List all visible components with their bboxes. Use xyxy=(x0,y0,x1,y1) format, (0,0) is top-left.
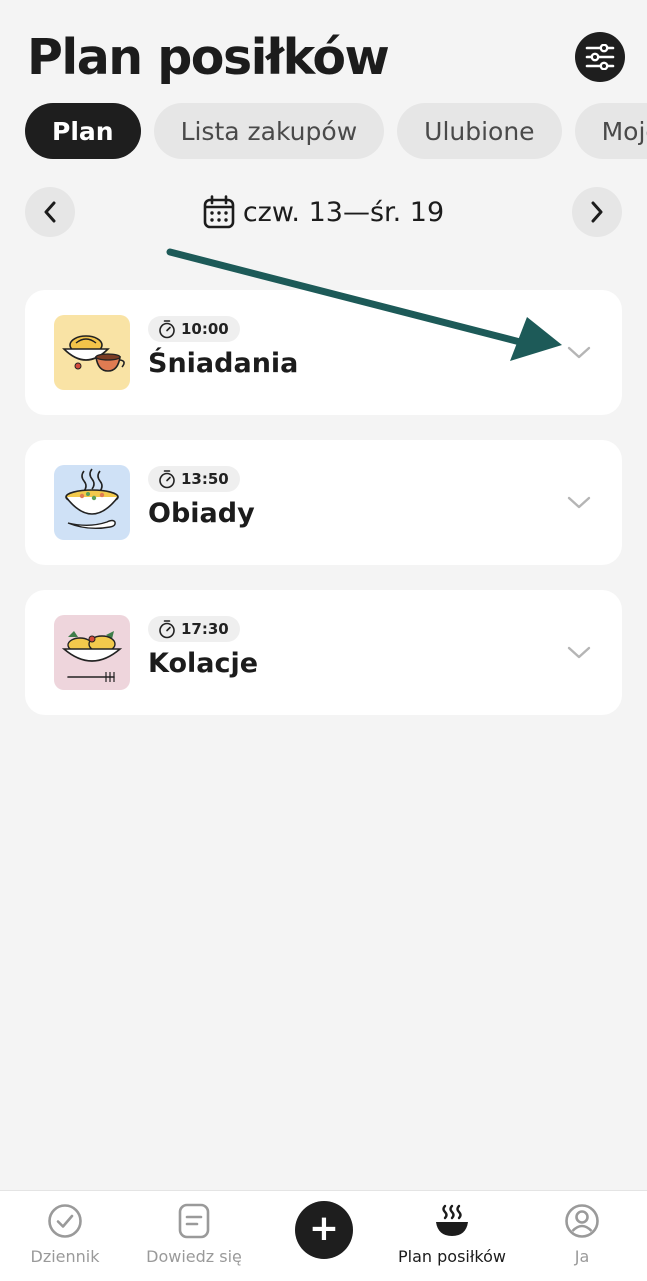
meal-time-label: 10:00 xyxy=(181,320,229,338)
nav-meal-plan-label: Plan posiłków xyxy=(398,1247,506,1266)
stopwatch-icon xyxy=(159,620,175,639)
nav-journal-label: Dziennik xyxy=(30,1247,100,1266)
add-button[interactable]: + xyxy=(295,1201,353,1259)
nav-profile[interactable]: Ja xyxy=(556,1191,608,1281)
tab-shopping-list[interactable]: Lista zakupów xyxy=(153,103,385,159)
nav-journal[interactable]: Dziennik xyxy=(24,1191,106,1281)
meal-name: Kolacje xyxy=(148,648,259,679)
stopwatch-icon xyxy=(159,470,175,489)
bowl-icon xyxy=(436,1204,468,1236)
meal-time-badge: 10:00 xyxy=(148,316,240,342)
meal-thumbnail xyxy=(54,315,130,390)
page-title: Plan posiłków xyxy=(27,29,390,86)
soup-icon xyxy=(65,468,119,530)
meal-card-breakfast[interactable]: 10:00 Śniadania xyxy=(25,290,622,415)
settings-button[interactable] xyxy=(575,32,625,82)
week-range-label: czw. 13—śr. 19 xyxy=(242,196,445,228)
tab-bar: Plan Lista zakupów Ulubione Moje xyxy=(25,103,647,159)
sliders-icon xyxy=(585,44,615,70)
stopwatch-icon xyxy=(159,320,175,339)
meal-card-lunch[interactable]: 13:50 Obiady xyxy=(25,440,622,565)
meal-thumbnail xyxy=(54,615,130,690)
chevron-down-icon[interactable] xyxy=(566,642,592,662)
meal-name: Obiady xyxy=(148,498,255,529)
nav-learn-label: Dowiedz się xyxy=(146,1247,242,1266)
meal-time-label: 17:30 xyxy=(181,620,229,638)
dinner-icon xyxy=(61,631,123,682)
meal-time-label: 13:50 xyxy=(181,470,229,488)
next-week-button[interactable] xyxy=(572,187,622,237)
tab-favorites[interactable]: Ulubione xyxy=(397,103,562,159)
nav-learn[interactable]: Dowiedz się xyxy=(140,1191,248,1281)
tab-plan[interactable]: Plan xyxy=(25,103,141,159)
previous-week-button[interactable] xyxy=(25,187,75,237)
meal-name: Śniadania xyxy=(148,348,299,379)
meal-time-badge: 13:50 xyxy=(148,466,240,492)
calendar-icon xyxy=(203,195,235,229)
check-circle-icon xyxy=(48,1204,82,1238)
meal-thumbnail xyxy=(54,465,130,540)
chevron-down-icon[interactable] xyxy=(566,342,592,362)
chevron-down-icon[interactable] xyxy=(566,492,592,512)
nav-meal-plan[interactable]: Plan posiłków xyxy=(392,1191,512,1281)
article-icon xyxy=(178,1203,210,1239)
chevron-left-icon xyxy=(44,201,56,223)
week-navigator: czw. 13—śr. 19 xyxy=(25,187,622,237)
profile-icon xyxy=(565,1204,599,1238)
bottom-navigation: Dziennik Dowiedz się + Plan posiłków Ja xyxy=(0,1190,647,1281)
chevron-right-icon xyxy=(591,201,603,223)
tab-mine[interactable]: Moje xyxy=(574,103,647,159)
week-range[interactable]: czw. 13—śr. 19 xyxy=(25,187,622,237)
meal-time-badge: 17:30 xyxy=(148,616,240,642)
breakfast-icon xyxy=(62,335,125,372)
nav-profile-label: Ja xyxy=(574,1247,590,1266)
meal-card-dinner[interactable]: 17:30 Kolacje xyxy=(25,590,622,715)
